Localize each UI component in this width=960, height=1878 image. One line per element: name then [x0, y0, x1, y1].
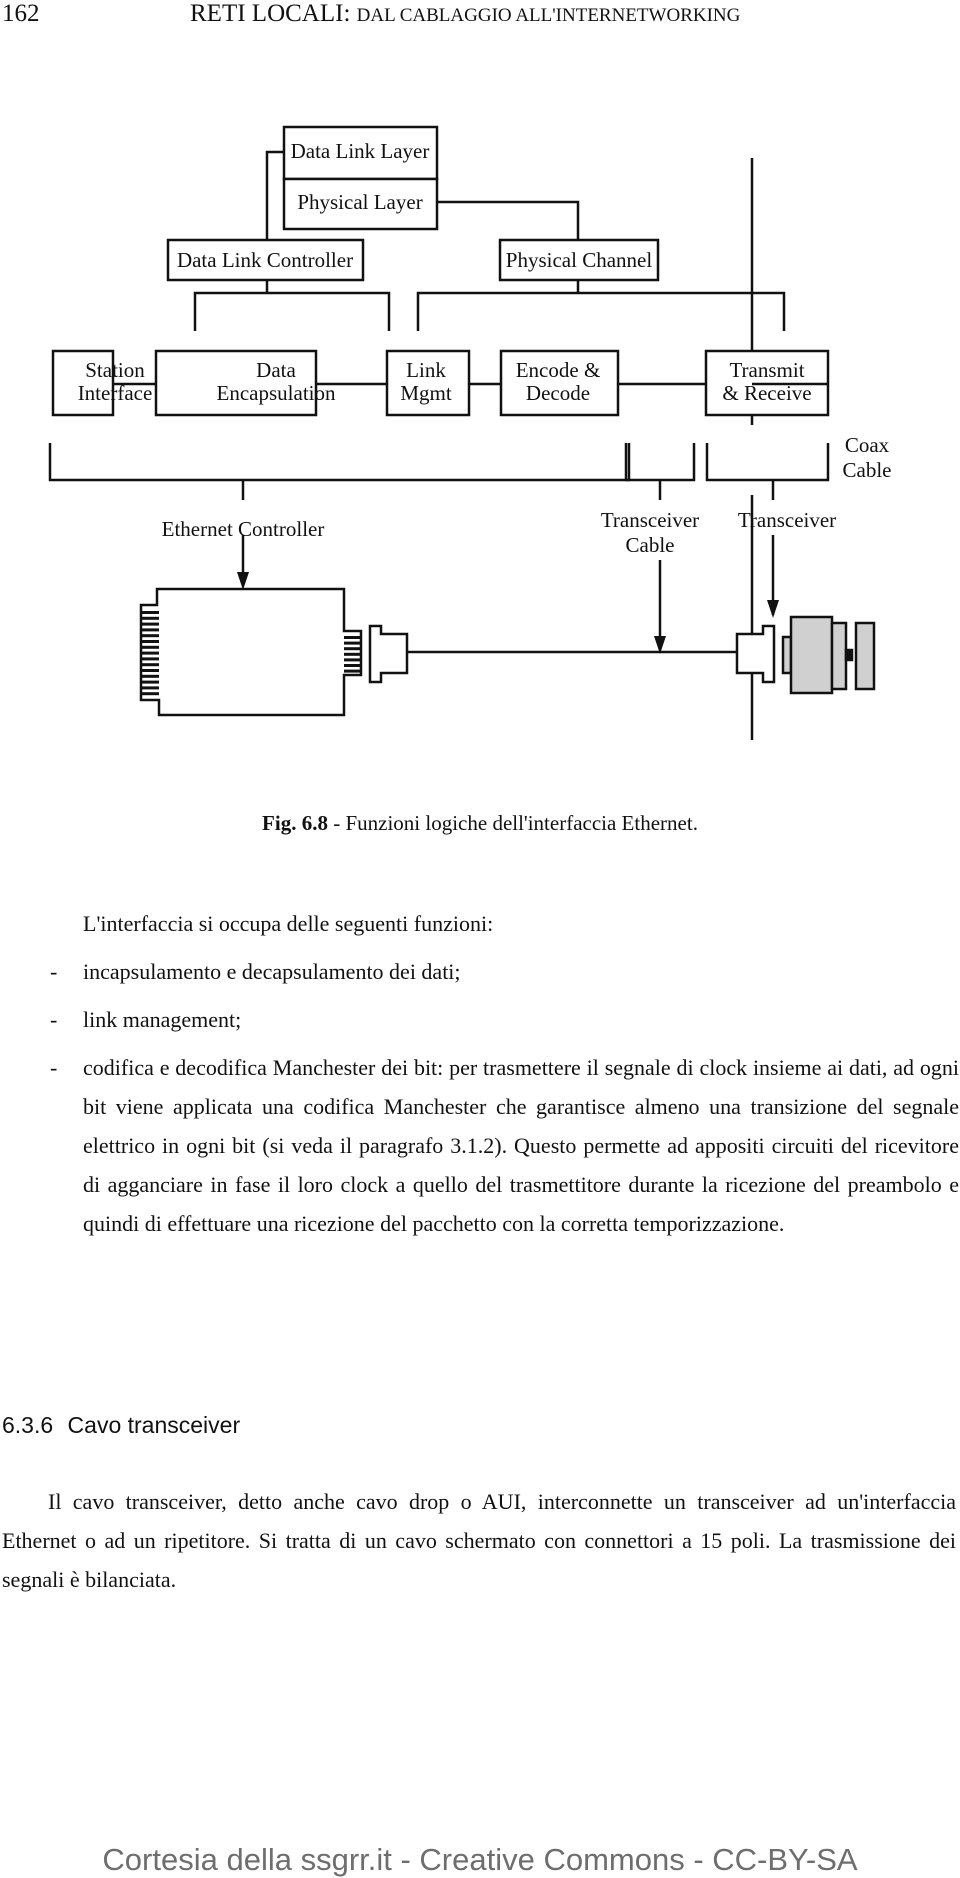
- bracket-transceiver-cable: [624, 443, 696, 482]
- card-pin: [142, 622, 159, 626]
- aui-pin: [344, 664, 360, 667]
- bracket-transceiver: [705, 443, 830, 482]
- section-heading: 6.3.6 Cavo transceiver: [2, 1412, 240, 1439]
- line-pl-to-pc: [437, 200, 580, 240]
- card-pin: [142, 674, 159, 678]
- label-physical-channel: Physical Channel: [506, 248, 653, 272]
- aui-pin: [344, 636, 360, 639]
- transceiver-clamp: [830, 621, 848, 691]
- aui-connector-card-side: [368, 624, 409, 684]
- label-encode-decode-2: Decode: [526, 381, 590, 405]
- section-paragraph: Il cavo transceiver, detto anche cavo dr…: [2, 1489, 956, 1592]
- card-pin: [142, 645, 159, 649]
- aui-pin: [344, 647, 360, 651]
- figure-caption-text: - Funzioni logiche dell'interfaccia Ethe…: [327, 811, 698, 835]
- aui-pin: [344, 669, 360, 673]
- ethernet-interface-diagram: Data Link Layer Physical Layer Data Link…: [48, 125, 892, 740]
- label-transmit-receive-2: & Receive: [722, 381, 811, 405]
- card-pin: [142, 692, 159, 696]
- label-coax-cable-1: Coax: [845, 433, 890, 457]
- label-transmit-receive-1: Transmit: [729, 358, 804, 382]
- aui-connector-transceiver-side: [735, 624, 776, 684]
- bullet-marker: -: [50, 1007, 58, 1032]
- card-pin: [142, 640, 159, 643]
- card-pin: [142, 663, 159, 667]
- figure-number: Fig. 6.8: [262, 811, 328, 835]
- list-item-text: codifica e decodifica Manchester dei bit…: [83, 1055, 959, 1236]
- card-pin: [142, 651, 159, 655]
- footer-credit: Cortesia della ssgrr.it - Creative Commo…: [102, 1842, 858, 1877]
- figure-caption: Fig. 6.8 - Funzioni logiche dell'interfa…: [0, 811, 960, 836]
- aui-pin: [344, 641, 360, 645]
- intro-text: L'interfaccia si occupa delle seguenti f…: [83, 911, 494, 936]
- label-coax-cable-2: Cable: [843, 458, 892, 482]
- label-station-interface-1: Station: [85, 358, 145, 382]
- card-pin: [142, 686, 159, 690]
- card-pin: [142, 628, 159, 632]
- card-pin: [142, 634, 159, 638]
- label-link-mgmt-2: Mgmt: [400, 381, 452, 405]
- list-item-text: incapsulamento e decapsulamento dei dati…: [83, 959, 461, 984]
- label-station-interface-2: Interface: [78, 381, 153, 405]
- label-data-link-controller: Data Link Controller: [177, 248, 353, 272]
- bracket-dlc: [193, 291, 391, 331]
- bracket-ethernet-controller: [48, 443, 631, 482]
- card-pin: [142, 669, 159, 672]
- label-transceiver: Transceiver: [738, 508, 836, 532]
- section-title: Cavo transceiver: [67, 1412, 241, 1438]
- label-data-encapsulation-1: Data: [256, 358, 296, 382]
- bracket-pc: [416, 291, 786, 331]
- bullet-marker: -: [50, 959, 58, 984]
- arrowhead-transceiver: [767, 600, 779, 618]
- label-data-link-layer: Data Link Layer: [291, 139, 430, 163]
- card-pin: [142, 611, 159, 614]
- transceiver-device: [781, 615, 876, 695]
- connector-lines: [48, 125, 830, 740]
- label-link-mgmt-1: Link: [406, 358, 446, 382]
- aui-pin: [344, 658, 360, 662]
- card-pin: [142, 657, 159, 661]
- ethernet-card: [139, 587, 363, 717]
- transceiver-tap-block: [854, 621, 876, 691]
- section-number: 6.3.6: [2, 1412, 54, 1438]
- line-dll-to-dlc: [265, 150, 284, 240]
- transceiver-body: [789, 615, 834, 695]
- card-pin: [142, 616, 159, 620]
- label-ethernet-controller: Ethernet Controller: [162, 517, 325, 541]
- label-transceiver-cable-2: Cable: [626, 533, 675, 557]
- list-item-text: link management;: [83, 1007, 242, 1032]
- aui-pin: [344, 652, 360, 656]
- label-transceiver-cable-1: Transceiver: [601, 508, 699, 532]
- vampire-tap: [844, 648, 854, 662]
- label-encode-decode-1: Encode &: [516, 358, 601, 382]
- label-data-encapsulation-2: Encapsulation: [217, 381, 336, 405]
- arrowhead-ethernet-controller: [237, 572, 249, 590]
- bullet-marker: -: [50, 1055, 58, 1080]
- label-physical-layer: Physical Layer: [297, 190, 422, 214]
- card-pin: [142, 680, 159, 684]
